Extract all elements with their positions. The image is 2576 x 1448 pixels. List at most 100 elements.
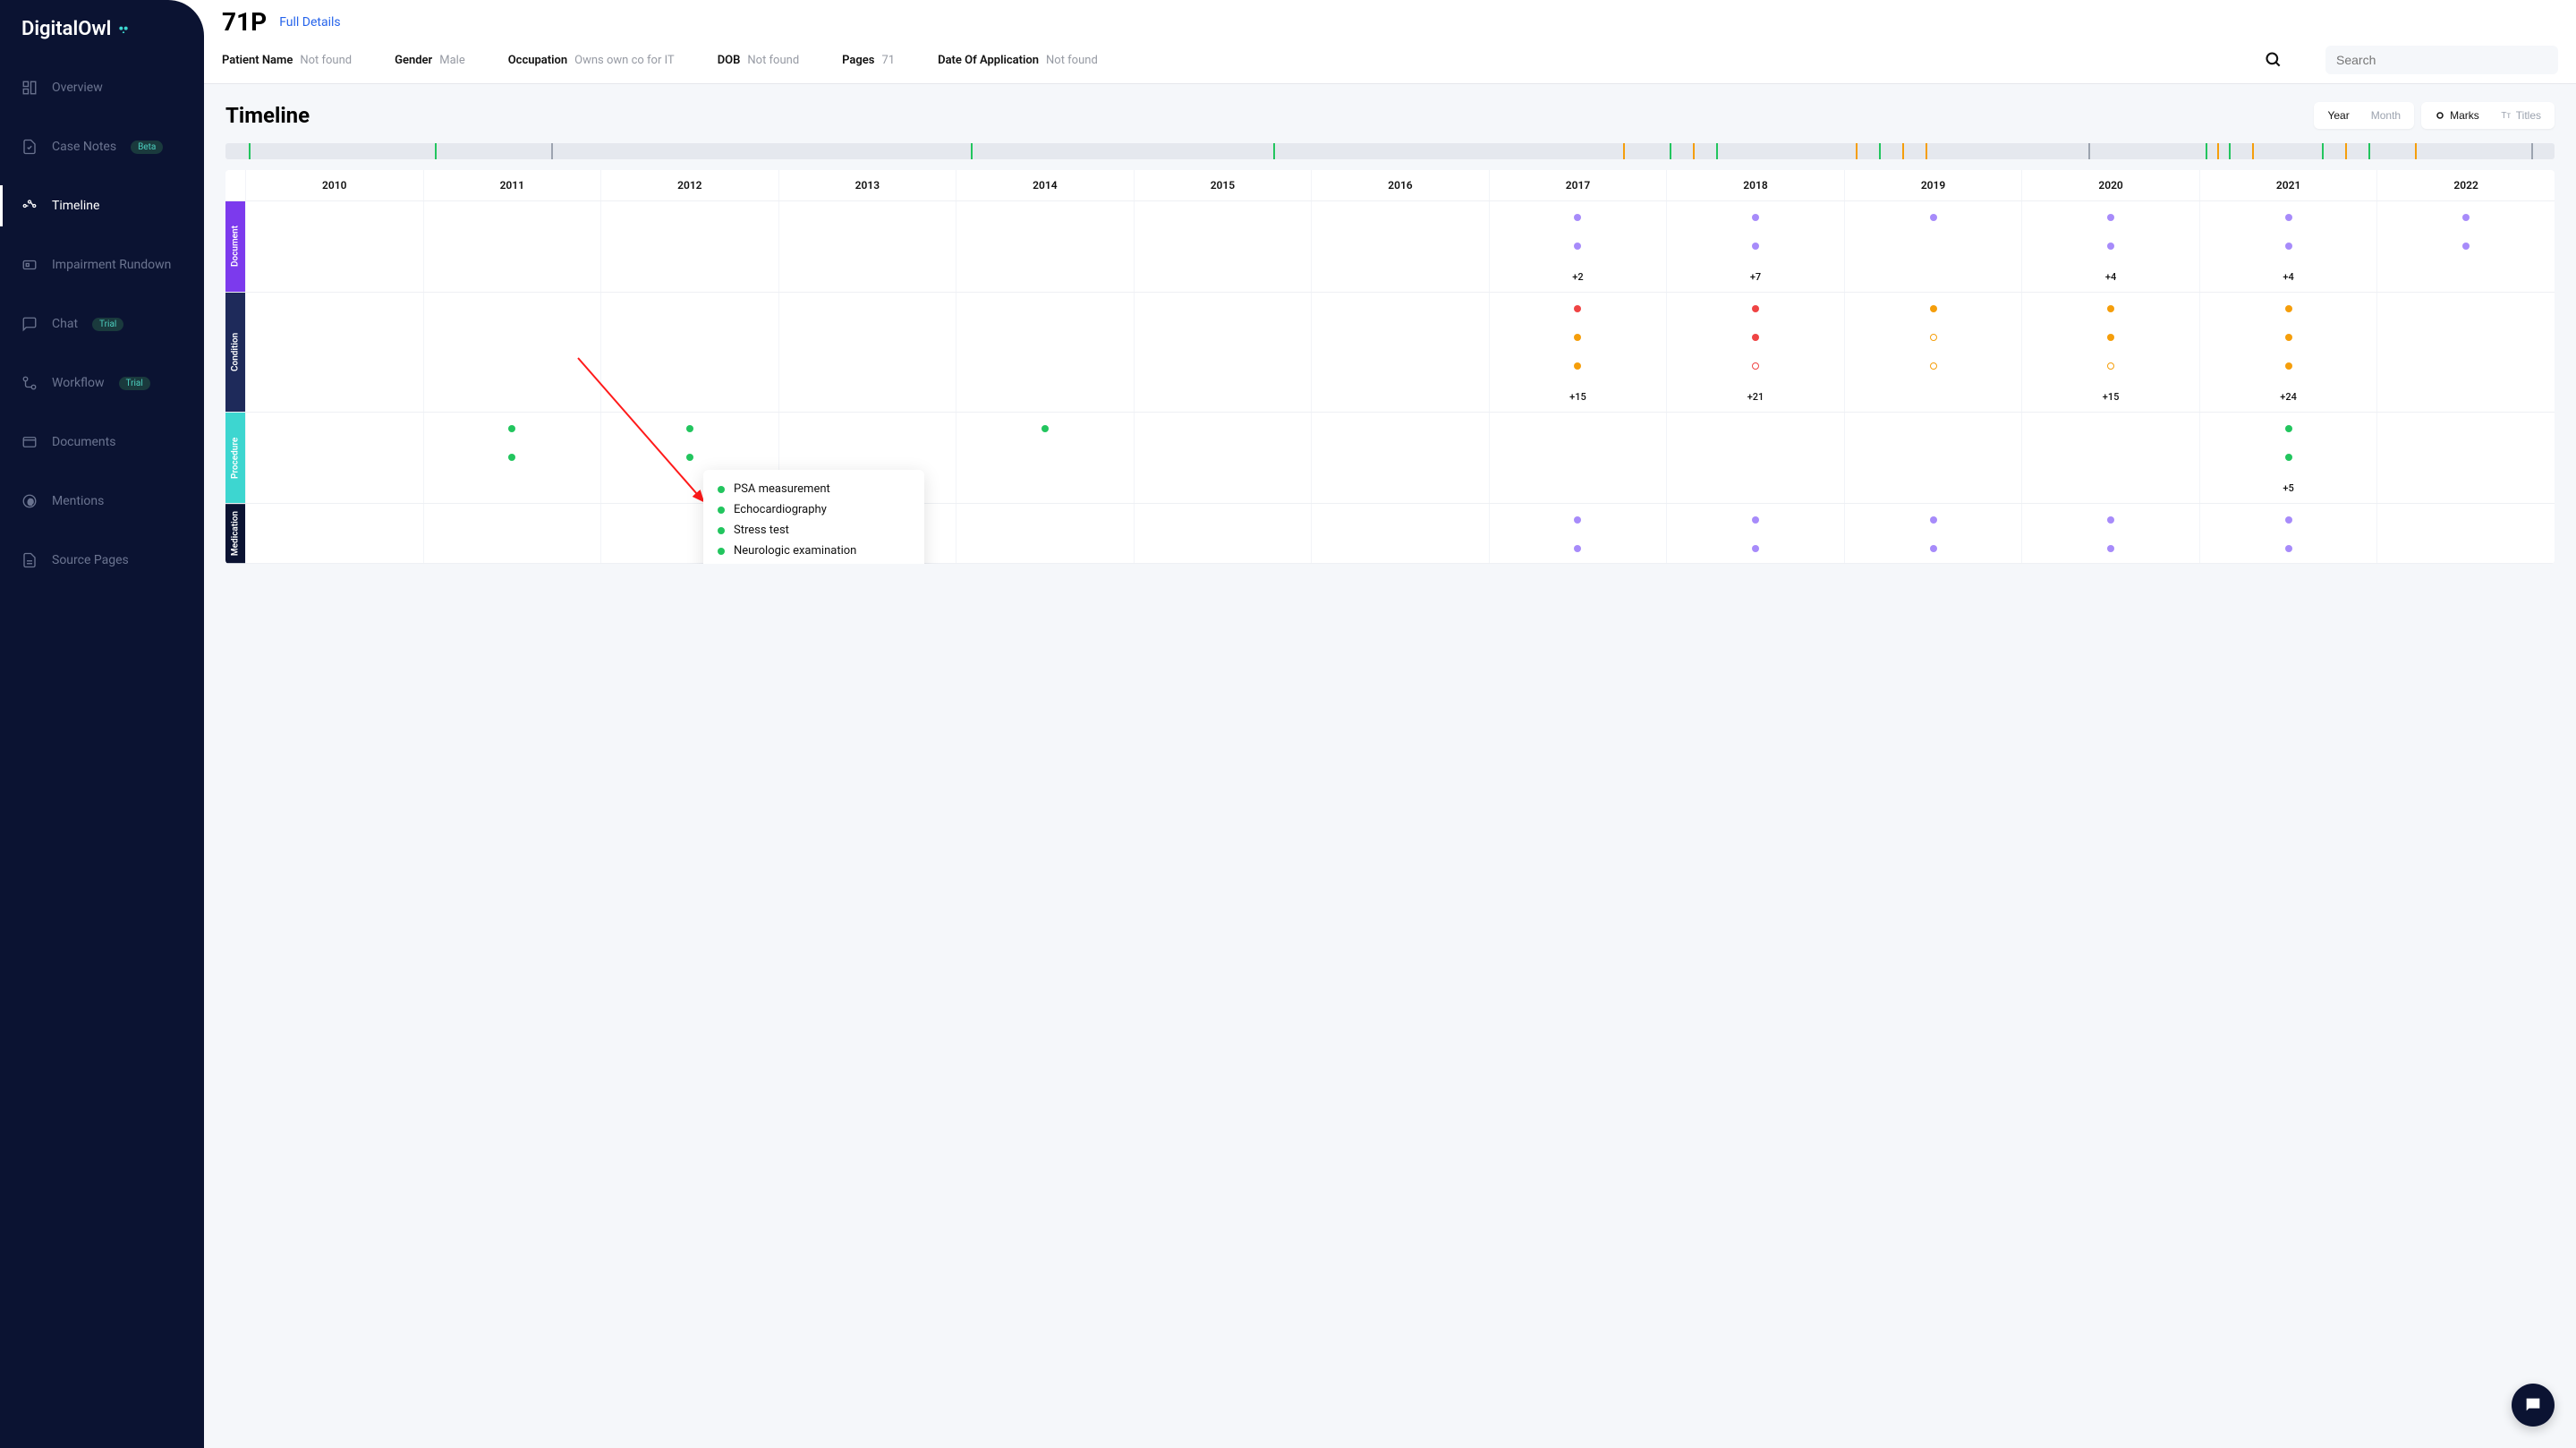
dot-purple[interactable]	[1574, 516, 1581, 524]
dot-green[interactable]	[686, 454, 693, 461]
cell-document-2017[interactable]: +2	[1489, 201, 1667, 292]
more-count[interactable]: +4	[2283, 271, 2293, 283]
dot-purple[interactable]	[1930, 545, 1937, 552]
dot-purple[interactable]	[2285, 545, 2292, 552]
cell-condition-2013[interactable]	[778, 293, 956, 412]
cell-document-2011[interactable]	[423, 201, 601, 292]
cell-medication-2016[interactable]	[1311, 504, 1489, 563]
cell-procedure-2022[interactable]	[2376, 413, 2555, 503]
dot-purple[interactable]	[2107, 545, 2114, 552]
nav-item-overview[interactable]: Overview	[0, 67, 204, 108]
cell-document-2020[interactable]: +4	[2021, 201, 2199, 292]
dot-purple[interactable]	[2285, 243, 2292, 250]
toggle-month[interactable]: Month	[2360, 105, 2411, 126]
dot-orange-outline[interactable]	[1930, 362, 1937, 370]
cell-medication-2020[interactable]	[2021, 504, 2199, 563]
year-header-2017[interactable]: 2017	[1489, 170, 1667, 200]
cell-procedure-2011[interactable]	[423, 413, 601, 503]
year-header-2013[interactable]: 2013	[778, 170, 956, 200]
year-header-2011[interactable]: 2011	[423, 170, 601, 200]
cell-document-2014[interactable]	[956, 201, 1134, 292]
year-header-2018[interactable]: 2018	[1666, 170, 1844, 200]
cell-condition-2022[interactable]	[2376, 293, 2555, 412]
cell-procedure-2019[interactable]	[1844, 413, 2022, 503]
timeline-minimap[interactable]	[225, 143, 2555, 159]
dot-green[interactable]	[508, 454, 515, 461]
nav-item-source-pages[interactable]: Source Pages	[0, 540, 204, 581]
cell-medication-2014[interactable]	[956, 504, 1134, 563]
popup-item[interactable]: Dietetic procedures(Px)	[718, 561, 910, 564]
cell-condition-2014[interactable]	[956, 293, 1134, 412]
dot-purple[interactable]	[1574, 214, 1581, 221]
cell-condition-2017[interactable]: +15	[1489, 293, 1667, 412]
popup-item[interactable]: Neurologic examination	[718, 541, 910, 561]
dot-red[interactable]	[1574, 305, 1581, 312]
dot-purple[interactable]	[1752, 516, 1759, 524]
dot-green[interactable]	[1041, 425, 1049, 432]
more-count[interactable]: +2	[1572, 271, 1583, 283]
dot-purple[interactable]	[2462, 214, 2470, 221]
toggle-year[interactable]: Year	[2317, 105, 2359, 126]
more-count[interactable]: +15	[2103, 391, 2120, 403]
cell-procedure-2020[interactable]	[2021, 413, 2199, 503]
cell-procedure-2010[interactable]	[245, 413, 423, 503]
year-header-2015[interactable]: 2015	[1134, 170, 1312, 200]
dot-purple[interactable]	[1574, 243, 1581, 250]
cell-procedure-2017[interactable]	[1489, 413, 1667, 503]
cell-document-2021[interactable]: +4	[2199, 201, 2377, 292]
dot-purple[interactable]	[2107, 214, 2114, 221]
dot-purple[interactable]	[2285, 516, 2292, 524]
dot-green[interactable]	[2285, 425, 2292, 432]
nav-item-documents[interactable]: Documents	[0, 422, 204, 463]
cell-condition-2019[interactable]	[1844, 293, 2022, 412]
nav-item-chat[interactable]: ChatTrial	[0, 303, 204, 345]
dot-purple[interactable]	[1752, 545, 1759, 552]
nav-item-case-notes[interactable]: Case NotesBeta	[0, 126, 204, 167]
year-header-2016[interactable]: 2016	[1311, 170, 1489, 200]
more-count[interactable]: +4	[2105, 271, 2116, 283]
year-header-2019[interactable]: 2019	[1844, 170, 2022, 200]
year-header-2020[interactable]: 2020	[2021, 170, 2199, 200]
dot-purple[interactable]	[2285, 214, 2292, 221]
dot-purple[interactable]	[2107, 516, 2114, 524]
toggle-marks[interactable]: Marks	[2424, 105, 2490, 126]
popup-item[interactable]: PSA measurement	[718, 479, 910, 499]
nav-item-timeline[interactable]: Timeline	[0, 185, 204, 226]
cell-procedure-2015[interactable]	[1134, 413, 1312, 503]
dot-red[interactable]	[1752, 305, 1759, 312]
dot-orange-outline[interactable]	[2107, 362, 2114, 370]
cell-condition-2010[interactable]	[245, 293, 423, 412]
chat-fab[interactable]	[2512, 1384, 2555, 1427]
dot-purple[interactable]	[1574, 545, 1581, 552]
dot-orange[interactable]	[1574, 334, 1581, 341]
cell-procedure-2016[interactable]	[1311, 413, 1489, 503]
cell-procedure-2021[interactable]: +5	[2199, 413, 2377, 503]
cell-condition-2020[interactable]: +15	[2021, 293, 2199, 412]
more-count[interactable]: +5	[2283, 482, 2293, 494]
cell-condition-2018[interactable]: +21	[1666, 293, 1844, 412]
nav-item-workflow[interactable]: WorkflowTrial	[0, 362, 204, 404]
cell-condition-2012[interactable]	[600, 293, 778, 412]
search-input[interactable]	[2336, 53, 2547, 67]
cell-medication-2015[interactable]	[1134, 504, 1312, 563]
cell-medication-2019[interactable]	[1844, 504, 2022, 563]
cell-document-2022[interactable]	[2376, 201, 2555, 292]
cell-medication-2010[interactable]	[245, 504, 423, 563]
cell-procedure-2018[interactable]	[1666, 413, 1844, 503]
cell-condition-2015[interactable]	[1134, 293, 1312, 412]
cell-procedure-2014[interactable]	[956, 413, 1134, 503]
year-header-2010[interactable]: 2010	[245, 170, 423, 200]
dot-purple[interactable]	[2107, 243, 2114, 250]
cell-document-2013[interactable]	[778, 201, 956, 292]
dot-red[interactable]	[1752, 334, 1759, 341]
dot-purple[interactable]	[2462, 243, 2470, 250]
dot-orange[interactable]	[1930, 305, 1937, 312]
cell-document-2015[interactable]	[1134, 201, 1312, 292]
dot-purple[interactable]	[1752, 243, 1759, 250]
dot-red-outline[interactable]	[1752, 362, 1759, 370]
cell-condition-2011[interactable]	[423, 293, 601, 412]
more-count[interactable]: +15	[1569, 391, 1586, 403]
dot-orange[interactable]	[2107, 334, 2114, 341]
cell-medication-2017[interactable]	[1489, 504, 1667, 563]
dot-orange[interactable]	[1574, 362, 1581, 370]
